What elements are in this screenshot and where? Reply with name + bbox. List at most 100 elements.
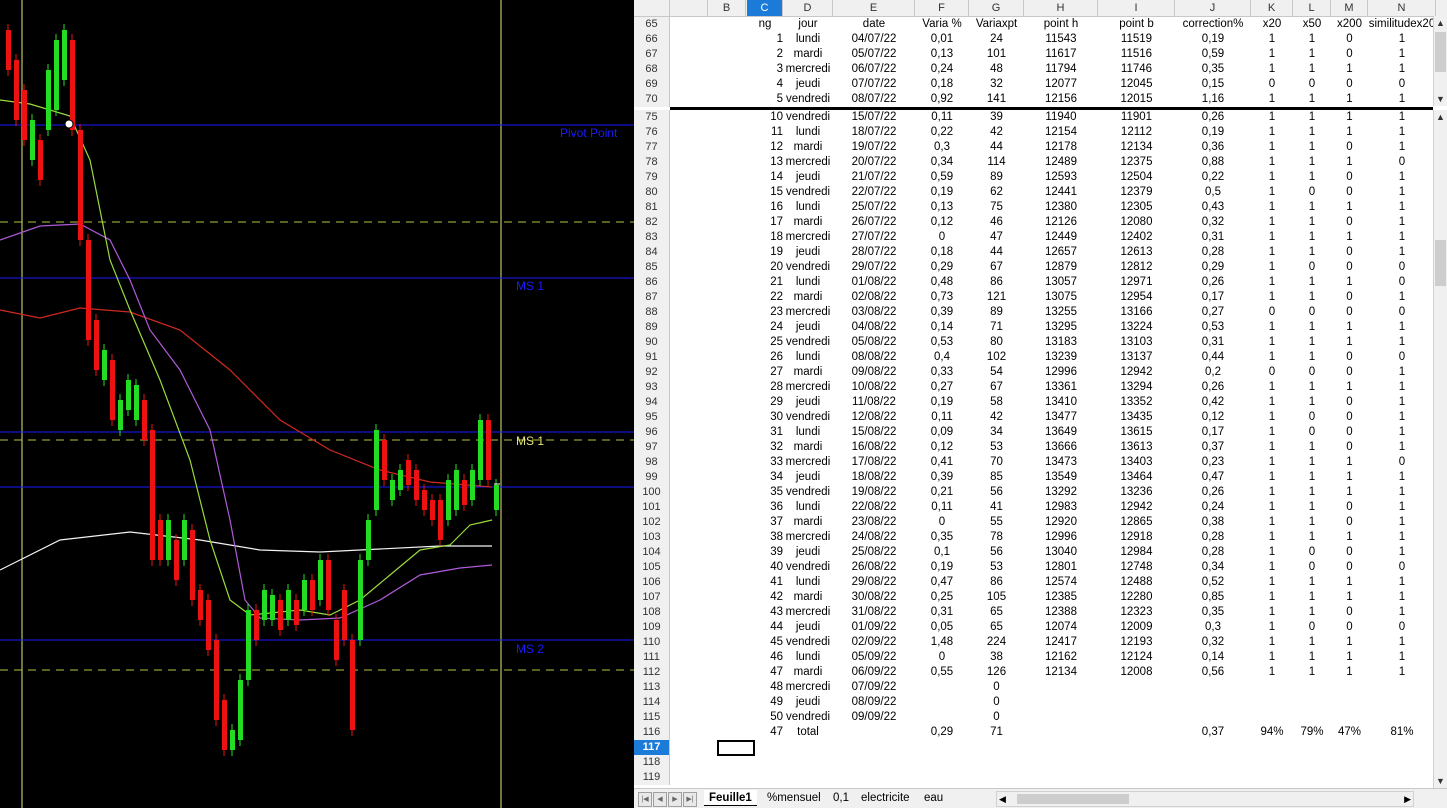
table-cell[interactable]: 105: [969, 590, 1024, 605]
table-cell[interactable]: 15/08/22: [833, 425, 915, 440]
scroll-down-icon[interactable]: ▼: [1434, 774, 1447, 788]
table-cell[interactable]: 1: [1251, 515, 1293, 530]
table-cell[interactable]: vendredi: [783, 635, 833, 650]
table-cell[interactable]: mardi: [783, 47, 833, 62]
table-cell[interactable]: 0: [1331, 140, 1368, 155]
table-cell[interactable]: 0: [1331, 395, 1368, 410]
table-cell[interactable]: 11: [747, 125, 783, 140]
table-cell[interactable]: 01/08/22: [833, 275, 915, 290]
table-cell[interactable]: 24: [747, 320, 783, 335]
table-cell[interactable]: 1: [1331, 200, 1368, 215]
row-header[interactable]: 115: [634, 710, 670, 725]
table-cell[interactable]: 0,42: [1175, 395, 1251, 410]
table-cell[interactable]: 0,25: [915, 590, 969, 605]
table-cell[interactable]: 3: [747, 62, 783, 77]
table-cell[interactable]: jeudi: [783, 545, 833, 560]
next-sheet-icon[interactable]: ▶: [668, 792, 682, 807]
table-cell[interactable]: 31/08/22: [833, 605, 915, 620]
table-cell[interactable]: 1: [1251, 47, 1293, 62]
table-cell[interactable]: 85: [969, 470, 1024, 485]
table-cell[interactable]: 11617: [1024, 47, 1098, 62]
table-cell[interactable]: 1: [1251, 665, 1293, 680]
table-cell[interactable]: 12613: [1098, 245, 1175, 260]
table-cell[interactable]: 32: [969, 77, 1024, 92]
table-cell[interactable]: 1,16: [1175, 92, 1251, 107]
table-cell[interactable]: 37: [747, 515, 783, 530]
table-cell[interactable]: 0: [1331, 425, 1368, 440]
table-cell[interactable]: 1: [1251, 425, 1293, 440]
table-cell[interactable]: 0,18: [915, 77, 969, 92]
table-cell[interactable]: vendredi: [783, 710, 833, 725]
table-cell[interactable]: 11516: [1098, 47, 1175, 62]
table-cell[interactable]: jeudi: [783, 395, 833, 410]
spreadsheet[interactable]: BCDEFGHIJKLMN 65 ng jour date Varia % Variaxp…: [634, 0, 1447, 808]
table-cell[interactable]: 1: [1251, 245, 1293, 260]
last-sheet-icon[interactable]: ▶|: [683, 792, 697, 807]
table-cell[interactable]: lundi: [783, 200, 833, 215]
table-cell[interactable]: mercredi: [783, 605, 833, 620]
column-header-c[interactable]: C: [747, 0, 783, 16]
table-cell[interactable]: 12124: [1098, 650, 1175, 665]
table-cell[interactable]: 12441: [1024, 185, 1098, 200]
table-cell[interactable]: 0,19: [915, 185, 969, 200]
column-header-k[interactable]: K: [1251, 0, 1293, 16]
table-cell[interactable]: 1: [1368, 200, 1436, 215]
scroll-thumb[interactable]: [1017, 794, 1129, 804]
table-cell[interactable]: 29/07/22: [833, 260, 915, 275]
table-cell[interactable]: 13224: [1098, 320, 1175, 335]
table-cell[interactable]: 13361: [1024, 380, 1098, 395]
column-title-c[interactable]: ng: [747, 17, 783, 32]
table-cell[interactable]: 13183: [1024, 335, 1098, 350]
column-title-f[interactable]: Varia %: [915, 17, 969, 32]
table-cell[interactable]: 5: [747, 92, 783, 107]
table-cell[interactable]: 1: [1368, 545, 1436, 560]
table-cell[interactable]: 1: [1293, 320, 1331, 335]
table-cell[interactable]: 0,92: [915, 92, 969, 107]
table-cell[interactable]: 0,4: [915, 350, 969, 365]
table-cell[interactable]: 14: [747, 170, 783, 185]
table-cell[interactable]: lundi: [783, 575, 833, 590]
table-cell[interactable]: 1: [1368, 215, 1436, 230]
table-cell[interactable]: 0,31: [1175, 230, 1251, 245]
row-header[interactable]: 109: [634, 620, 670, 635]
table-cell[interactable]: 12/08/22: [833, 410, 915, 425]
table-cell[interactable]: 12748: [1098, 560, 1175, 575]
table-cell[interactable]: 13075: [1024, 290, 1098, 305]
table-cell[interactable]: 0,43: [1175, 200, 1251, 215]
table-cell[interactable]: 1: [1368, 47, 1436, 62]
table-cell[interactable]: 13: [747, 155, 783, 170]
table-cell[interactable]: 1: [1293, 605, 1331, 620]
table-cell[interactable]: 23: [747, 305, 783, 320]
table-cell[interactable]: 06/07/22: [833, 62, 915, 77]
table-cell[interactable]: 11/08/22: [833, 395, 915, 410]
table-cell[interactable]: 0: [1331, 545, 1368, 560]
table-cell[interactable]: 0: [1331, 185, 1368, 200]
table-cell[interactable]: 1: [1368, 395, 1436, 410]
table-cell[interactable]: 0: [1331, 440, 1368, 455]
table-cell[interactable]: 1: [747, 32, 783, 47]
table-cell[interactable]: 1: [1293, 515, 1331, 530]
table-cell[interactable]: 1: [1331, 335, 1368, 350]
table-cell[interactable]: 1: [1251, 230, 1293, 245]
table-cell[interactable]: 1: [1251, 485, 1293, 500]
table-cell[interactable]: 31: [747, 425, 783, 440]
table-cell[interactable]: lundi: [783, 650, 833, 665]
table-cell[interactable]: 0,12: [915, 440, 969, 455]
table-cell[interactable]: 12954: [1098, 290, 1175, 305]
scroll-right-icon[interactable]: ▶: [1404, 792, 1411, 806]
table-cell[interactable]: 1: [1251, 125, 1293, 140]
table-cell[interactable]: 0,47: [1175, 470, 1251, 485]
row-header[interactable]: 102: [634, 515, 670, 530]
table-cell[interactable]: 42: [969, 410, 1024, 425]
table-cell[interactable]: 1: [1368, 440, 1436, 455]
table-cell[interactable]: 1: [1368, 140, 1436, 155]
prev-sheet-icon[interactable]: ◀: [653, 792, 667, 807]
table-cell[interactable]: 0,19: [915, 395, 969, 410]
table-cell[interactable]: 56: [969, 545, 1024, 560]
table-cell[interactable]: 102: [969, 350, 1024, 365]
column-header-blank[interactable]: [670, 0, 708, 16]
table-cell[interactable]: 10/08/22: [833, 380, 915, 395]
table-cell[interactable]: 80: [969, 335, 1024, 350]
table-cell[interactable]: 1: [1251, 455, 1293, 470]
table-cell[interactable]: 12417: [1024, 635, 1098, 650]
